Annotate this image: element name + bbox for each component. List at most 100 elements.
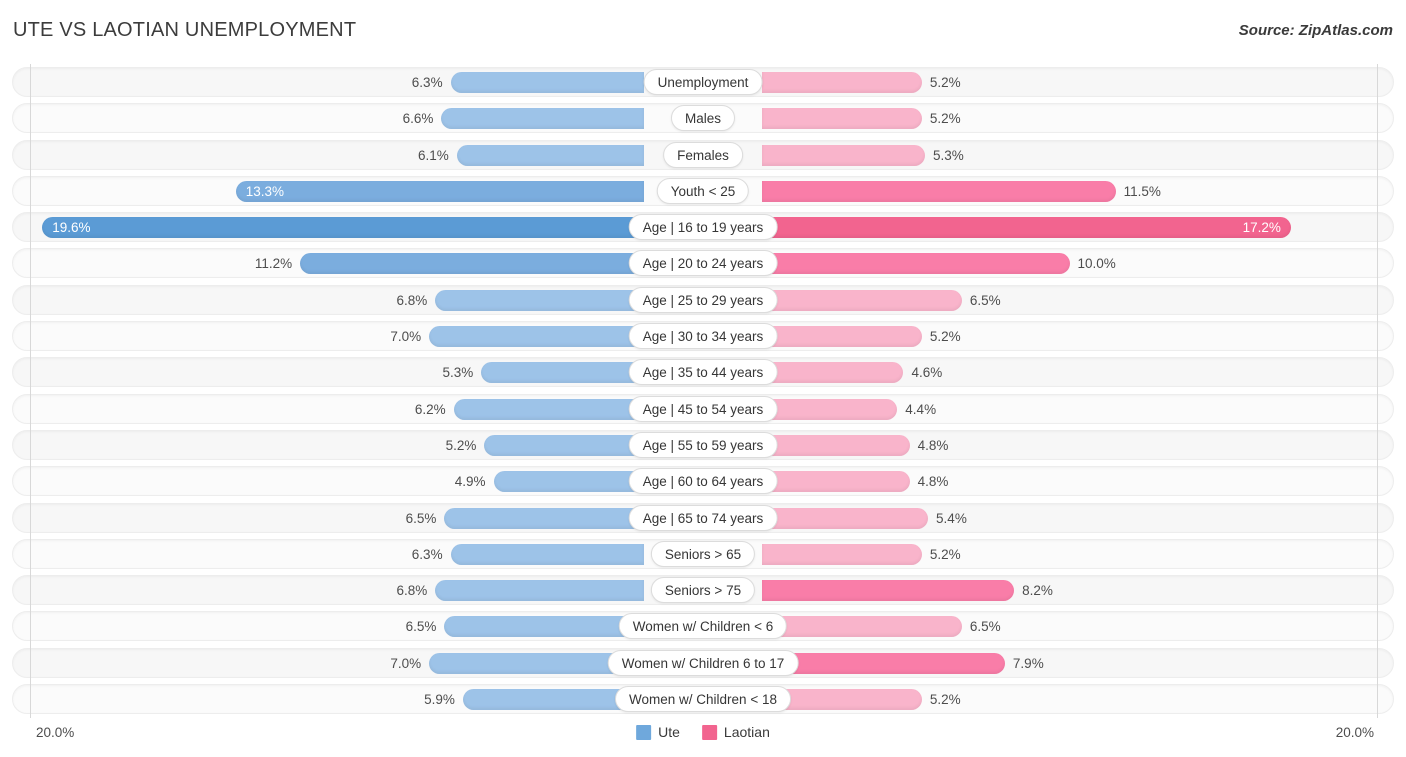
category-label: Youth < 25 [656,177,750,204]
value-label-ute: 6.3% [411,546,443,562]
category-label: Age | 30 to 34 years [628,323,778,350]
source-label: Source: ZipAtlas.com [1238,22,1393,39]
bar-laotian [762,652,1005,674]
value-label-laotian: 5.2% [929,329,961,345]
legend-label: Laotian [723,724,770,740]
bar-laotian [762,180,1116,202]
bar-ute [444,616,644,638]
category-label: Males [670,105,736,132]
value-label-ute: 5.9% [424,692,455,708]
bar-laotian [762,507,929,529]
bar-laotian [762,326,922,348]
value-label-laotian: 4.8% [917,474,949,490]
value-label-ute: 7.0% [390,655,422,671]
value-label-laotian: 6.5% [969,292,1001,308]
chart-row: 5.2% 4.8% Age | 55 to 59 years [0,427,1406,463]
chart-row: 6.8% 6.5% Age | 25 to 29 years [0,282,1406,318]
bar-laotian [762,217,1291,239]
value-label-ute: 6.3% [411,75,443,90]
value-label-laotian: 5.2% [929,546,961,562]
bar-ute [444,507,644,529]
chart-root: UTE VS LAOTIAN UNEMPLOYMENT Source: ZipA… [0,0,1406,757]
category-label: Age | 25 to 29 years [628,286,778,313]
chart-row: 4.9% 4.8% Age | 60 to 64 years [0,463,1406,499]
value-label-laotian: 10.0% [1077,256,1116,272]
bar-laotian [762,434,910,456]
value-label-laotian: 4.4% [905,401,937,417]
category-label: Age | 35 to 44 years [628,359,778,386]
value-label-ute: 6.1% [417,147,449,163]
bar-ute [300,253,644,275]
category-label: Seniors > 65 [650,540,756,567]
legend-item[interactable]: Laotian [701,724,770,740]
value-label-laotian: 4.6% [911,365,943,381]
category-label: Age | 55 to 59 years [628,431,778,458]
bar-ute [450,72,644,93]
bar-ute [435,580,644,602]
legend-label: Ute [658,724,680,740]
chart-row: 6.8% 8.2% Seniors > 75 [0,572,1406,608]
value-label-laotian: 8.2% [1022,583,1053,599]
bar-laotian [762,362,904,384]
chart-row: 6.2% 4.4% Age | 45 to 54 years [0,391,1406,427]
value-label-ute: 6.5% [405,619,437,635]
legend: Ute Laotian [636,724,770,740]
value-label-laotian: 5.4% [936,510,967,526]
chart-row: 7.0% 5.2% Age | 30 to 34 years [0,318,1406,354]
category-label: Unemployment [643,69,763,95]
value-label-ute: 4.9% [454,474,486,490]
plot-area: 6.3% 5.2% Unemployment 6.6% 5.2% Males 6.1% 5.3… [0,64,1406,718]
axis-tick-left: 20.0% [36,725,75,740]
bar-ute [484,434,644,456]
category-label: Seniors > 75 [650,577,756,604]
value-label-ute: 11.2% [254,256,293,272]
chart-row: 6.6% 5.2% Males [0,100,1406,136]
bar-ute [481,362,644,384]
chart-row: 19.6% 17.2% Age | 16 to 19 years [0,209,1406,245]
bar-ute [453,398,644,420]
bar-ute [441,108,644,130]
chart-row: 5.3% 4.6% Age | 35 to 44 years [0,354,1406,390]
chart-row: 6.1% 5.3% Females [0,137,1406,173]
bar-ute [235,180,644,202]
bar-laotian [762,580,1015,602]
bar-laotian [762,253,1070,275]
chart-row: 7.0% 7.9% Women w/ Children 6 to 17 [0,645,1406,681]
chart-row: 6.5% 5.4% Age | 65 to 74 years [0,500,1406,536]
legend-swatch-icon [636,724,652,740]
value-label-ute: 6.5% [405,510,437,526]
category-label: Women w/ Children < 18 [615,686,791,713]
category-label: Age | 20 to 24 years [628,250,778,277]
chart-row: 6.5% 6.5% Women w/ Children < 6 [0,608,1406,644]
bar-ute [450,543,644,565]
value-label-laotian: 17.2% [1242,220,1281,236]
category-label: Age | 16 to 19 years [628,214,778,241]
category-label: Age | 45 to 54 years [628,395,778,422]
category-label: Women w/ Children < 6 [618,613,788,640]
value-label-ute: 13.3% [245,183,284,199]
category-label: Women w/ Children 6 to 17 [607,649,799,676]
bar-laotian [762,289,962,311]
value-label-laotian: 5.2% [929,75,961,90]
chart-row: 13.3% 11.5% Youth < 25 [0,173,1406,209]
bar-laotian [762,144,925,166]
legend-item[interactable]: Ute [636,724,680,740]
category-label: Females [663,141,743,168]
value-label-ute: 6.8% [396,292,428,308]
bar-laotian [762,543,922,565]
rows-container: 6.3% 5.2% Unemployment 6.6% 5.2% Males 6.1% 5.3… [0,64,1406,717]
chart-row: 5.9% 5.2% Women w/ Children < 18 [0,681,1406,717]
legend-swatch-icon [701,724,717,740]
value-label-laotian: 7.9% [1012,655,1044,671]
bar-laotian [762,72,922,93]
chart-footer: 20.0% 20.0% Ute Laotian [0,718,1406,757]
bar-ute [435,289,644,311]
bar-ute [429,326,644,348]
value-label-laotian: 5.3% [932,147,964,163]
bar-ute [456,144,644,166]
chart-row: 6.3% 5.2% Seniors > 65 [0,536,1406,572]
page-title: UTE VS LAOTIAN UNEMPLOYMENT [13,19,357,41]
category-label: Age | 60 to 64 years [628,468,778,495]
value-label-laotian: 5.2% [929,111,961,127]
value-label-ute: 6.8% [396,583,428,599]
